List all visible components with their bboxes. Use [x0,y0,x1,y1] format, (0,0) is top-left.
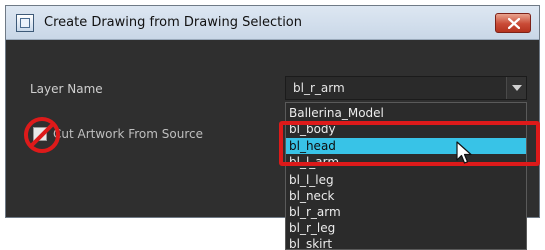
list-item[interactable]: Ballerina_Model [286,105,526,121]
layer-name-value: bl_r_arm [293,81,345,95]
cut-artwork-label: Cut Artwork From Source [53,127,203,141]
layer-name-label: Layer Name [30,82,103,96]
list-item[interactable]: bl_r_arm [286,204,526,220]
mouse-cursor-icon [456,141,472,164]
title-bar: Create Drawing from Drawing Selection [6,6,539,40]
list-item[interactable]: bl_r_leg [286,220,526,236]
dialog-title: Create Drawing from Drawing Selection [44,15,303,30]
list-item[interactable]: bl_neck [286,188,526,204]
dialog-window-icon [16,14,34,32]
no-symbol-icon [24,117,60,153]
chevron-down-icon [512,85,522,91]
layer-name-combobox[interactable]: bl_r_arm [285,76,527,100]
close-button[interactable] [495,13,531,33]
close-icon [508,18,520,29]
list-item[interactable]: bl_l_leg [286,172,526,188]
combobox-dropdown-button[interactable] [506,77,526,99]
list-item[interactable]: bl_skirt [286,236,526,249]
highlight-box [279,121,540,166]
